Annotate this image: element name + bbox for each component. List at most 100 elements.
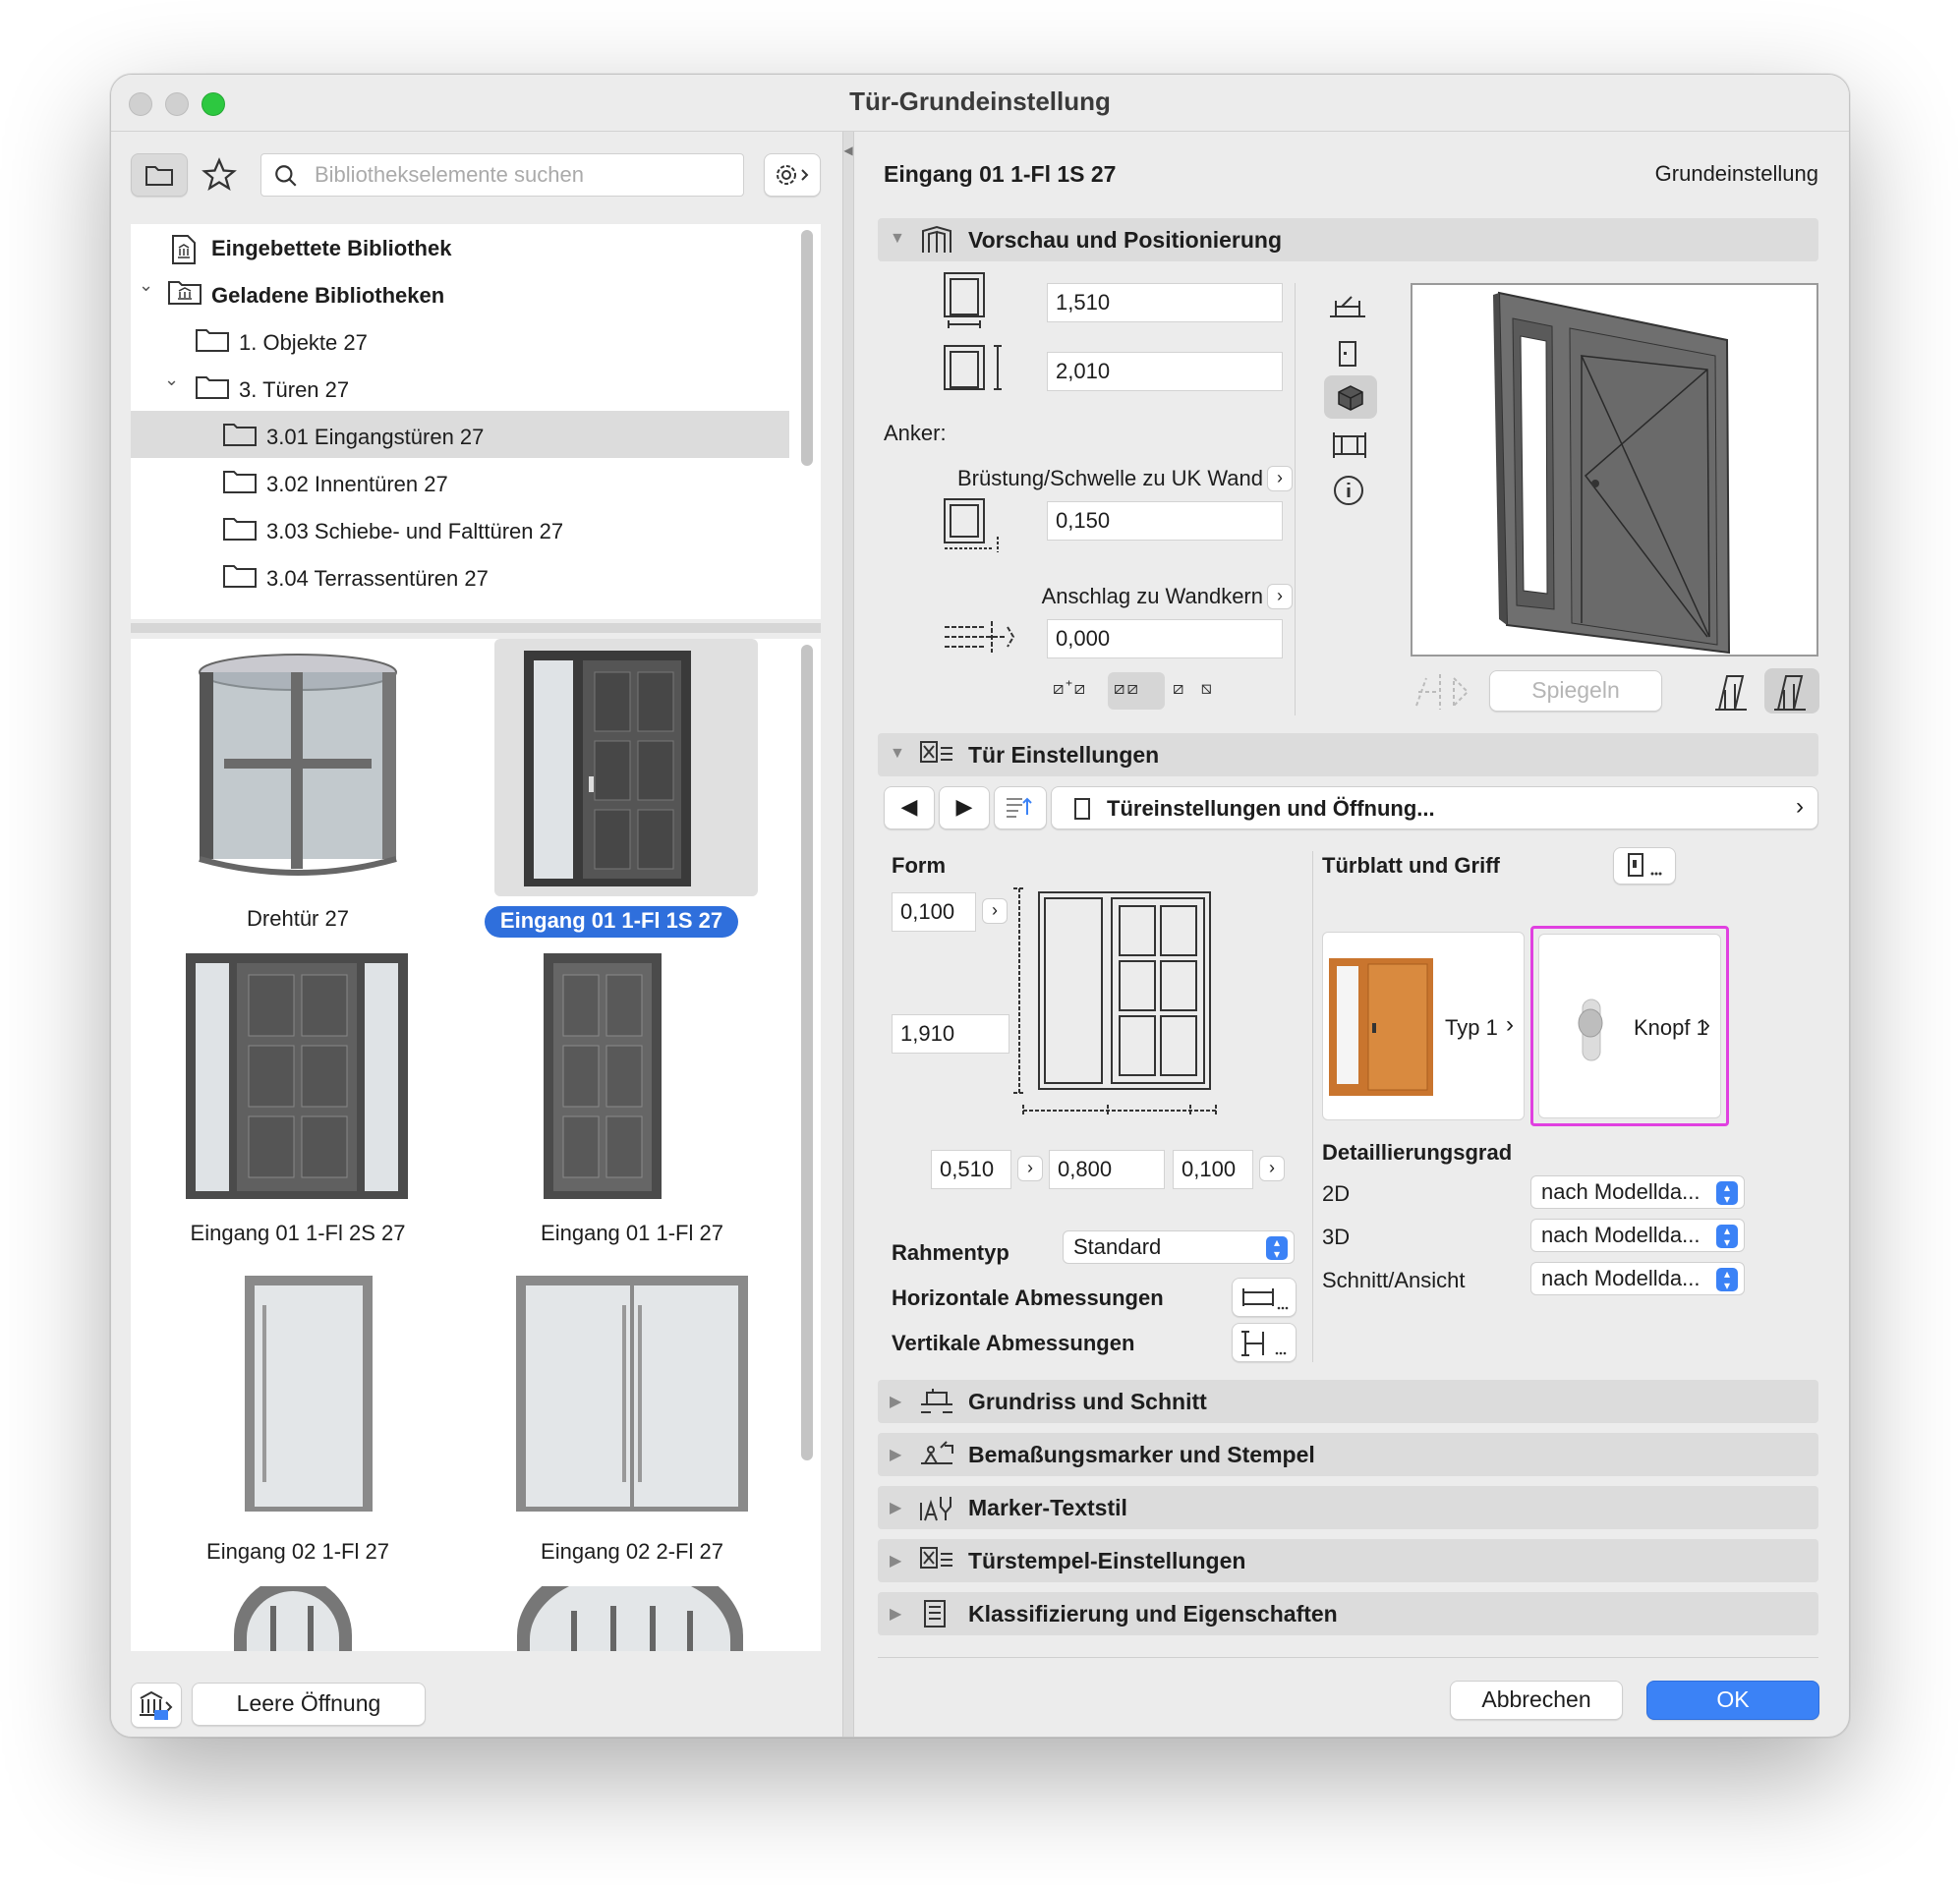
library-item-entrance-02[interactable]: Eingang 02 1-Fl 27 xyxy=(150,1266,445,1571)
section-door-stamp[interactable]: ▶ Türstempel-Einstellungen xyxy=(878,1539,1818,1582)
handle-type-card[interactable]: Knopf 1 › xyxy=(1538,934,1721,1118)
form-height-field[interactable]: 1,910 xyxy=(892,1014,1009,1054)
favorites-star-icon[interactable] xyxy=(202,157,241,197)
element-name: Eingang 01 1-Fl 1S 27 xyxy=(884,161,1117,187)
width-field[interactable]: 1,510 xyxy=(1047,283,1283,322)
reveal-options-chevron-icon[interactable]: › xyxy=(1267,584,1293,609)
door-page-icon xyxy=(1074,798,1090,820)
leaf-options-button[interactable] xyxy=(1613,847,1676,885)
prev-page-button[interactable]: ◀ xyxy=(884,786,935,829)
detail-2d-select[interactable]: nach Modellda... ▴ ▾ xyxy=(1530,1175,1745,1209)
page-selector-label: Türeinstellungen und Öffnung... xyxy=(1107,796,1435,821)
folder-icon xyxy=(223,471,257,493)
section-floor-plan[interactable]: ▶ Grundriss und Schnitt xyxy=(878,1380,1818,1423)
triangle-right-icon: ▶ xyxy=(890,1447,902,1463)
opening-side-left-icon[interactable] xyxy=(1711,670,1755,714)
tree-item-entrance-doors[interactable]: 3.01 Eingangstüren 27 xyxy=(266,425,484,450)
elevation-view-icon[interactable] xyxy=(1334,338,1361,370)
frame-type-select[interactable]: Standard ▴ ▾ xyxy=(1063,1230,1295,1264)
floor-plan-icon xyxy=(921,1389,952,1413)
tree-item-terrace-doors[interactable]: 3.04 Terrassentüren 27 xyxy=(266,566,489,592)
section-dimension-markers[interactable]: ▶ Bemaßungsmarker und Stempel xyxy=(878,1433,1818,1476)
next-page-button[interactable]: ▶ xyxy=(939,786,990,829)
form-label: Form xyxy=(892,853,946,878)
floor-plan-view-icon[interactable] xyxy=(1328,293,1367,322)
section-marker-text[interactable]: ▶ Marker-Textstil xyxy=(878,1486,1818,1529)
tree-scrollbar[interactable] xyxy=(801,230,813,466)
empty-opening-button[interactable]: Leere Öffnung xyxy=(192,1683,426,1726)
section-title: Türstempel-Einstellungen xyxy=(968,1548,1246,1573)
library-item-entrance-02-double[interactable]: Eingang 02 2-Fl 27 xyxy=(485,1266,779,1571)
door-options-icon xyxy=(1628,853,1662,877)
form-bottom-3-field[interactable]: 0,100 xyxy=(1173,1150,1253,1189)
page-selector[interactable]: Türeinstellungen und Öffnung... › xyxy=(1051,786,1818,829)
detail-3d-select[interactable]: nach Modellda... ▴ ▾ xyxy=(1530,1219,1745,1252)
arched-double-door-thumbnail[interactable] xyxy=(512,1586,748,1651)
leaf-type-card[interactable]: Typ 1 › xyxy=(1322,932,1525,1120)
folder-view-button[interactable] xyxy=(131,153,188,197)
splitter[interactable] xyxy=(842,132,854,1737)
library-item-entrance-01-2s[interactable]: Eingang 01 1-Fl 2S 27 xyxy=(150,953,445,1258)
horizontal-dims-button[interactable] xyxy=(1232,1278,1297,1317)
panel-divider[interactable] xyxy=(131,623,821,633)
vertical-dims-button[interactable] xyxy=(1232,1323,1297,1362)
mirror-button[interactable]: Spiegeln xyxy=(1489,670,1662,712)
tree-item-sliding-doors[interactable]: 3.03 Schiebe- und Falttüren 27 xyxy=(266,519,563,544)
library-item-entrance-01[interactable]: Eingang 01 1-Fl 27 xyxy=(485,953,779,1258)
anchor-icon-3[interactable]: ⧄ ⧅ xyxy=(1173,678,1218,699)
loaded-libraries-icon xyxy=(168,281,202,305)
chevron-down-icon[interactable]: ⌄ xyxy=(164,370,179,390)
opening-side-right-icon[interactable] xyxy=(1770,670,1814,714)
library-manager-button[interactable] xyxy=(131,1683,182,1728)
3d-view-icon[interactable] xyxy=(1336,383,1365,413)
tree-item-embedded[interactable]: Eingebettete Bibliothek xyxy=(211,236,451,261)
door-two-sidelights-thumbnail xyxy=(186,953,408,1199)
form-bottom-right-chevron-icon[interactable]: › xyxy=(1259,1156,1285,1181)
section-title: Tür Einstellungen xyxy=(968,742,1160,768)
library-search-input[interactable]: Bibliothekselemente suchen xyxy=(260,153,744,197)
door-preview-icon xyxy=(922,225,951,253)
section-door-settings[interactable]: ▼ Tür Einstellungen xyxy=(878,733,1818,776)
sill-field[interactable]: 0,150 xyxy=(1047,501,1283,541)
cancel-button[interactable]: Abbrechen xyxy=(1450,1681,1623,1720)
tree-item-loaded[interactable]: Geladene Bibliotheken xyxy=(211,283,444,309)
form-bottom-chevron-icon[interactable]: › xyxy=(1017,1156,1043,1181)
form-bottom-1-field[interactable]: 0,510 xyxy=(931,1150,1011,1189)
collapse-arrow-icon[interactable]: ◀ xyxy=(842,143,854,157)
chevron-right-icon: › xyxy=(1796,793,1804,820)
mirror-icon xyxy=(1415,674,1470,710)
anchor-icon-1[interactable]: ⧄⁺⧄ xyxy=(1053,678,1087,699)
popup-chevrons-icon: ▴ ▾ xyxy=(1716,1268,1738,1291)
tree-item-objects[interactable]: 1. Objekte 27 xyxy=(239,330,368,356)
anchor-label: Anker: xyxy=(884,421,947,445)
reveal-field[interactable]: 0,000 xyxy=(1047,619,1283,658)
library-item-entrance-01-1s[interactable]: Eingang 01 1-Fl 1S 27 xyxy=(485,639,779,943)
form-top-chevron-icon[interactable]: › xyxy=(982,898,1008,924)
ok-button[interactable]: OK xyxy=(1646,1681,1819,1720)
tree-item-doors[interactable]: 3. Türen 27 xyxy=(239,377,349,403)
tree-item-interior-doors[interactable]: 3.02 Innentüren 27 xyxy=(266,472,448,497)
library-item-revolving-door[interactable]: Drehtür 27 xyxy=(150,639,445,943)
arched-door-thumbnail[interactable] xyxy=(229,1586,357,1651)
search-icon xyxy=(275,165,297,187)
thumbs-scrollbar[interactable] xyxy=(801,645,813,1460)
sill-options-chevron-icon[interactable]: › xyxy=(1267,466,1293,491)
library-settings-button[interactable] xyxy=(764,153,821,197)
detail-section-select[interactable]: nach Modellda... ▴ ▾ xyxy=(1530,1262,1745,1295)
section-classification[interactable]: ▶ Klassifizierung und Eigenschaften xyxy=(878,1592,1818,1635)
door-form-diagram xyxy=(1013,887,1217,1116)
form-top-field[interactable]: 0,100 xyxy=(892,892,976,932)
title-bar: Tür-Grundeinstellung xyxy=(111,75,1849,132)
height-field[interactable]: 2,010 xyxy=(1047,352,1283,391)
triangle-down-icon: ▼ xyxy=(890,230,905,247)
anchor-icon-2[interactable]: ⧄⧄ xyxy=(1114,678,1140,699)
library-manager-icon xyxy=(140,1690,173,1720)
page-list-button[interactable] xyxy=(994,786,1047,829)
section-preview[interactable]: ▼ Vorschau und Positionierung xyxy=(878,218,1818,261)
3d-preview[interactable] xyxy=(1411,283,1818,657)
section-title: Klassifizierung und Eigenschaften xyxy=(968,1601,1338,1627)
form-bottom-2-field[interactable]: 0,800 xyxy=(1049,1150,1165,1189)
section-view-icon[interactable] xyxy=(1330,428,1369,462)
info-icon[interactable] xyxy=(1332,474,1365,507)
chevron-down-icon[interactable]: ⌄ xyxy=(139,275,153,296)
